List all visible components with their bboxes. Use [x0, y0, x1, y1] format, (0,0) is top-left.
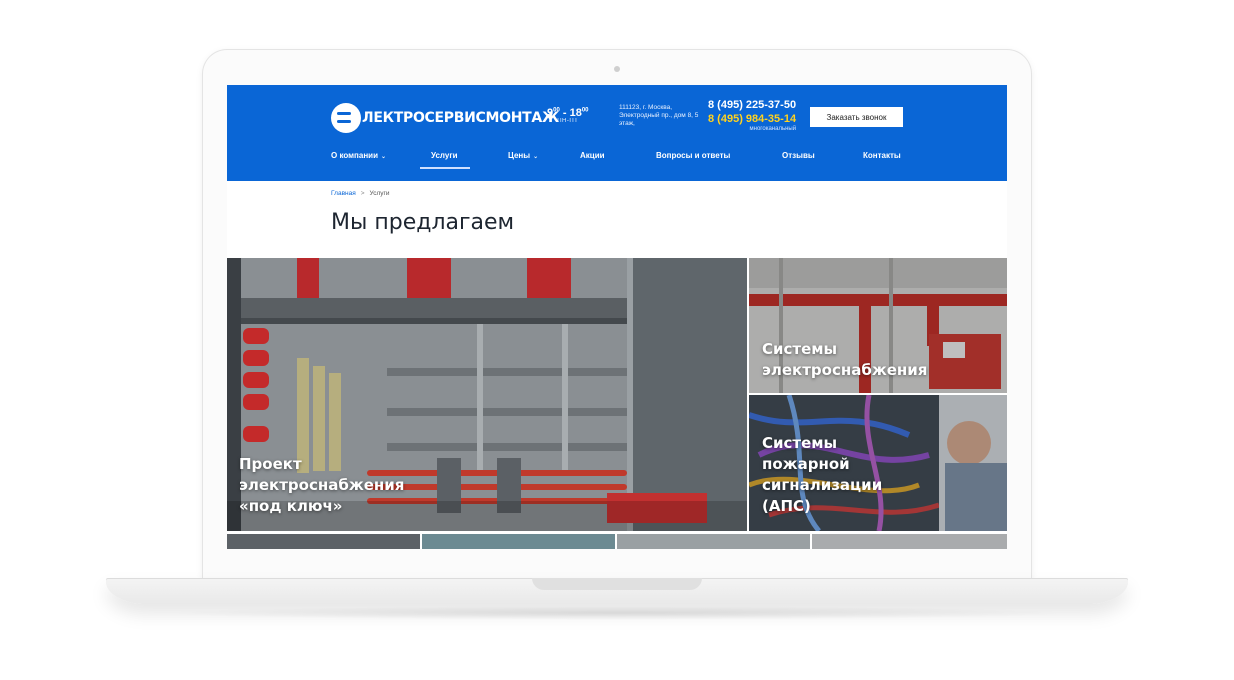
nav-item-reviews[interactable]: Отзывы	[782, 151, 815, 160]
hours-days: ПН-ПТ	[557, 118, 579, 124]
website-screen: ЛЕКТРОСЕРВИСМОНТАЖ 900 - 1800 ПН-ПТ 1111…	[227, 85, 1007, 549]
service-tile-power-supply-systems[interactable]: Системы электроснабжения	[749, 258, 1007, 393]
site-logo[interactable]: ЛЕКТРОСЕРВИСМОНТАЖ	[331, 103, 559, 133]
service-tile-next[interactable]	[422, 534, 615, 549]
service-tile-fire-alarm-systems[interactable]: Системы пожарной сигнализации (АПС)	[749, 395, 1007, 531]
service-tile-turnkey-power-project[interactable]: Проект электроснабжения «под ключ»	[227, 258, 747, 531]
tile-title-line: сигнализации	[762, 476, 883, 494]
logo-e-icon	[331, 103, 361, 133]
nav-label: Отзывы	[782, 151, 815, 160]
tile-title-line: Проект	[239, 455, 302, 473]
nav-item-faq[interactable]: Вопросы и ответы	[656, 151, 730, 160]
breadcrumb-home-link[interactable]: Главная	[331, 190, 356, 197]
laptop-notch	[532, 578, 702, 590]
breadcrumb-separator: >	[360, 190, 365, 197]
office-address: 111123, г. Москва, Электродный пр., дом …	[619, 104, 699, 127]
service-tile-next[interactable]	[617, 534, 810, 549]
service-tile-next[interactable]	[227, 534, 420, 549]
tile-title: Системы пожарной сигнализации (АПС)	[762, 433, 882, 517]
service-tile-next[interactable]	[812, 534, 1007, 549]
nav-item-prices[interactable]: Цены ⌄	[508, 151, 538, 160]
tile-title-line: Системы	[762, 434, 838, 452]
hours-to-minutes: 00	[581, 107, 589, 114]
main-nav: О компании ⌄ Услуги Цены ⌄ Акции Вопросы и…	[331, 151, 911, 167]
laptop-mockup: ЛЕКТРОСЕРВИСМОНТАЖ 900 - 1800 ПН-ПТ 1111…	[0, 0, 1234, 680]
tile-title-line: (АПС)	[762, 497, 811, 515]
nav-item-services[interactable]: Услуги	[431, 151, 458, 160]
hours-from-minutes: 00	[553, 107, 560, 114]
nav-label: Цены	[508, 151, 531, 160]
laptop-shadow	[160, 606, 1074, 620]
nav-label: Услуги	[431, 151, 458, 160]
page-title: Мы предлагаем	[331, 210, 515, 235]
webcam	[614, 66, 620, 72]
nav-item-about[interactable]: О компании ⌄	[331, 151, 386, 160]
nav-item-contacts[interactable]: Контакты	[863, 151, 901, 160]
nav-item-promotions[interactable]: Акции	[580, 151, 605, 160]
logo-text: ЛЕКТРОСЕРВИСМОНТАЖ	[362, 110, 559, 126]
nav-label: Акции	[580, 151, 605, 160]
tile-title-line: пожарной	[762, 455, 850, 473]
active-nav-underline	[420, 167, 470, 169]
tile-title: Системы электроснабжения	[762, 339, 927, 381]
site-header: ЛЕКТРОСЕРВИСМОНТАЖ 900 - 1800 ПН-ПТ 1111…	[227, 85, 1007, 181]
phone-secondary[interactable]: 8 (495) 984-35-14	[708, 113, 796, 125]
chevron-down-icon: ⌄	[533, 154, 539, 160]
tile-title-line: «под ключ»	[239, 497, 343, 515]
working-hours: 900 - 1800 ПН-ПТ	[547, 107, 589, 124]
nav-label: Контакты	[863, 151, 901, 160]
tile-title: Проект электроснабжения «под ключ»	[239, 454, 404, 517]
tile-title-line: электроснабжения	[239, 476, 405, 494]
nav-label: Вопросы и ответы	[656, 151, 731, 160]
phone-primary[interactable]: 8 (495) 225-37-50	[708, 99, 796, 111]
nav-label: О компании	[331, 151, 378, 160]
breadcrumb: Главная > Услуги	[331, 190, 390, 197]
phone-note: многоканальный	[749, 126, 797, 132]
tile-title-line: Системы	[762, 340, 838, 358]
breadcrumb-current: Услуги	[369, 190, 390, 197]
tile-title-line: электроснабжения	[762, 361, 928, 379]
phones-block: 8 (495) 225-37-50 8 (495) 984-35-14 мног…	[708, 99, 796, 132]
chevron-down-icon: ⌄	[381, 154, 387, 160]
callback-button[interactable]: Заказать звонок	[810, 107, 903, 127]
